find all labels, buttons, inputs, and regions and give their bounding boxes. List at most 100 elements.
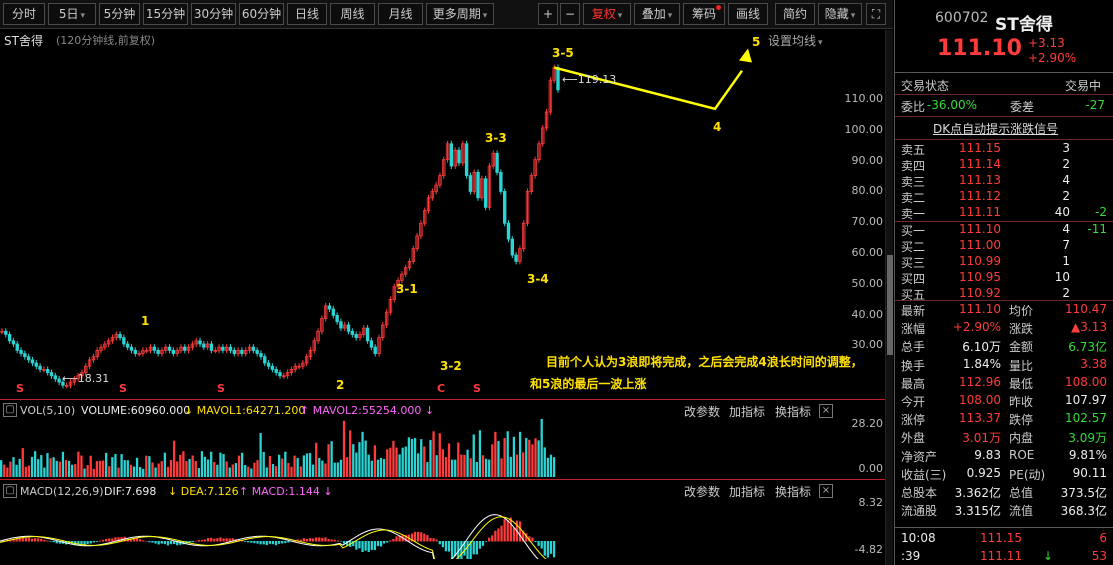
bid-price: 110.99 [959, 254, 1001, 268]
ask-row[interactable]: 卖四 111.14 2 [895, 157, 1113, 174]
macd-edit-params-button[interactable]: 改参数 [684, 483, 720, 500]
last-price: 111.10 [937, 36, 1022, 61]
period-toolbar: 分时 5日 5分钟 15分钟 30分钟 60分钟 日线 周线 月线 更多周期 +… [0, 0, 893, 29]
vol-add-indicator-button[interactable]: 加指标 [729, 403, 765, 420]
ask-row[interactable]: 卖二 111.12 2 [895, 189, 1113, 206]
zoom-out-button[interactable]: − [560, 3, 580, 25]
chart-period-label: (120分钟线,前复权) [56, 34, 156, 47]
signal-marker: C [437, 382, 446, 395]
candle [221, 346, 225, 351]
bid-row[interactable]: 买二 111.00 7 [895, 238, 1113, 255]
macd-close-icon[interactable]: × [819, 484, 833, 498]
vol-close-icon[interactable]: × [819, 404, 833, 418]
tab-weekly[interactable]: 周线 [330, 3, 375, 25]
bid-row[interactable]: 买三 110.99 1 [895, 254, 1113, 271]
macd-histogram-bar [355, 541, 358, 550]
macd-histogram-bar [481, 541, 485, 546]
volume-bar [352, 444, 355, 477]
stat-label: 内盘 [1009, 431, 1034, 446]
candle [183, 346, 187, 351]
candle [514, 254, 518, 262]
vol-edit-params-button[interactable]: 改参数 [684, 403, 720, 420]
tab-intraday[interactable]: 分时 [3, 3, 45, 25]
volume-bar [247, 466, 250, 477]
tab-daily[interactable]: 日线 [287, 3, 327, 25]
candle [346, 324, 351, 332]
ask-level-label: 卖二 [901, 191, 926, 205]
bid-row[interactable]: 买一 111.10 4 -11 [895, 222, 1113, 239]
volume-bar [37, 459, 40, 477]
macd-histogram-bar [33, 538, 37, 542]
macd-add-indicator-button[interactable]: 加指标 [729, 483, 765, 500]
stats-row: 总手 6.10万 金额 6.73亿 [895, 338, 1113, 355]
volume-bar [92, 468, 95, 477]
candle [57, 378, 61, 383]
macd-histogram-bar [389, 540, 392, 542]
macd-histogram-bar [37, 538, 40, 542]
tab-5day[interactable]: 5日 [48, 3, 96, 25]
volume-bar [429, 439, 432, 477]
stats-row: 换手 1.84% 量比 3.38 [895, 357, 1113, 374]
stat-value: 90.11 [1072, 465, 1107, 480]
vol-switch-indicator-button[interactable]: 换指标 [775, 403, 811, 420]
volume-bar [71, 464, 74, 477]
volume-bar [9, 461, 12, 477]
stats-row: 涨幅 +2.90% 涨跌 ▲3.13 [895, 320, 1113, 337]
volume-bar [398, 454, 401, 477]
macd-histogram-bar [55, 541, 58, 544]
tab-monthly[interactable]: 月线 [378, 3, 423, 25]
ma-settings-button[interactable]: 设置均线 [768, 32, 823, 49]
macd-histogram-bar [111, 538, 114, 542]
macd-histogram-bar [497, 528, 500, 542]
volume-bar [435, 455, 438, 477]
zoom-in-button[interactable]: + [538, 3, 558, 25]
hide-button[interactable]: 隐藏 [818, 3, 862, 25]
stat-value: ▲3.13 [1071, 320, 1107, 335]
tick-time: :39 [901, 549, 921, 563]
tab-30min[interactable]: 30分钟 [191, 3, 236, 25]
macd-histogram-bar [271, 541, 275, 545]
macd-histogram-bar [95, 541, 99, 542]
volume-bar [522, 452, 525, 477]
ask-price: 111.11 [959, 205, 1001, 219]
ask-row[interactable]: 卖五 111.15 3 [895, 141, 1113, 158]
bid-row[interactable]: 买四 110.95 10 [895, 270, 1113, 287]
scrollbar-thumb[interactable] [887, 255, 893, 355]
bid-volume: 2 [1062, 286, 1070, 300]
vol-mavol2: ↑ MAVOL2:55254.000 ↓ [300, 404, 435, 417]
volume-bar [305, 453, 309, 477]
stat-label: ROE [1009, 447, 1035, 462]
macd-histogram-bar [160, 541, 163, 544]
ask-row[interactable]: 卖三 111.13 4 [895, 173, 1113, 190]
vertical-scrollbar[interactable] [885, 30, 893, 565]
ask-price: 111.14 [959, 157, 1001, 171]
fullscreen-icon[interactable]: ⛶ [866, 3, 886, 25]
tab-5min[interactable]: 5分钟 [99, 3, 140, 25]
volume-bar [404, 446, 407, 477]
candle [156, 349, 160, 354]
volume-bar [206, 459, 210, 477]
tab-60min[interactable]: 60分钟 [239, 3, 284, 25]
overlay-button[interactable]: 叠加 [634, 3, 680, 25]
tab-15min[interactable]: 15分钟 [143, 3, 188, 25]
draw-line-button[interactable]: 画线 [728, 3, 768, 25]
wave-label-1: 1 [141, 314, 150, 328]
wave-arrow-icon [739, 48, 752, 63]
stat-value: 107.97 [1065, 393, 1107, 407]
simple-mode-button[interactable]: 简约 [775, 3, 815, 25]
volume-bar [324, 463, 327, 477]
vol-axis-min: 0.00 [858, 462, 884, 475]
macd-collapse-button[interactable]: ▢ [3, 484, 17, 498]
tab-more-periods[interactable]: 更多周期 [426, 3, 494, 25]
ask-row[interactable]: 卖一 111.11 40 -2 [895, 205, 1113, 222]
macd-histogram-bar [46, 540, 49, 542]
volume-bar [172, 440, 176, 477]
volume-bar [281, 458, 284, 477]
dk-signal-link[interactable]: DK点自动提示涨跌信号 [895, 120, 1113, 137]
macd-histogram-bar [98, 540, 102, 542]
macd-axis-min: -4.82 [854, 543, 883, 556]
restore-rights-button[interactable]: 复权 [583, 3, 631, 25]
vol-collapse-button[interactable]: ▢ [3, 403, 17, 417]
stat-label: 今开 [901, 395, 926, 409]
macd-switch-indicator-button[interactable]: 换指标 [775, 483, 811, 500]
